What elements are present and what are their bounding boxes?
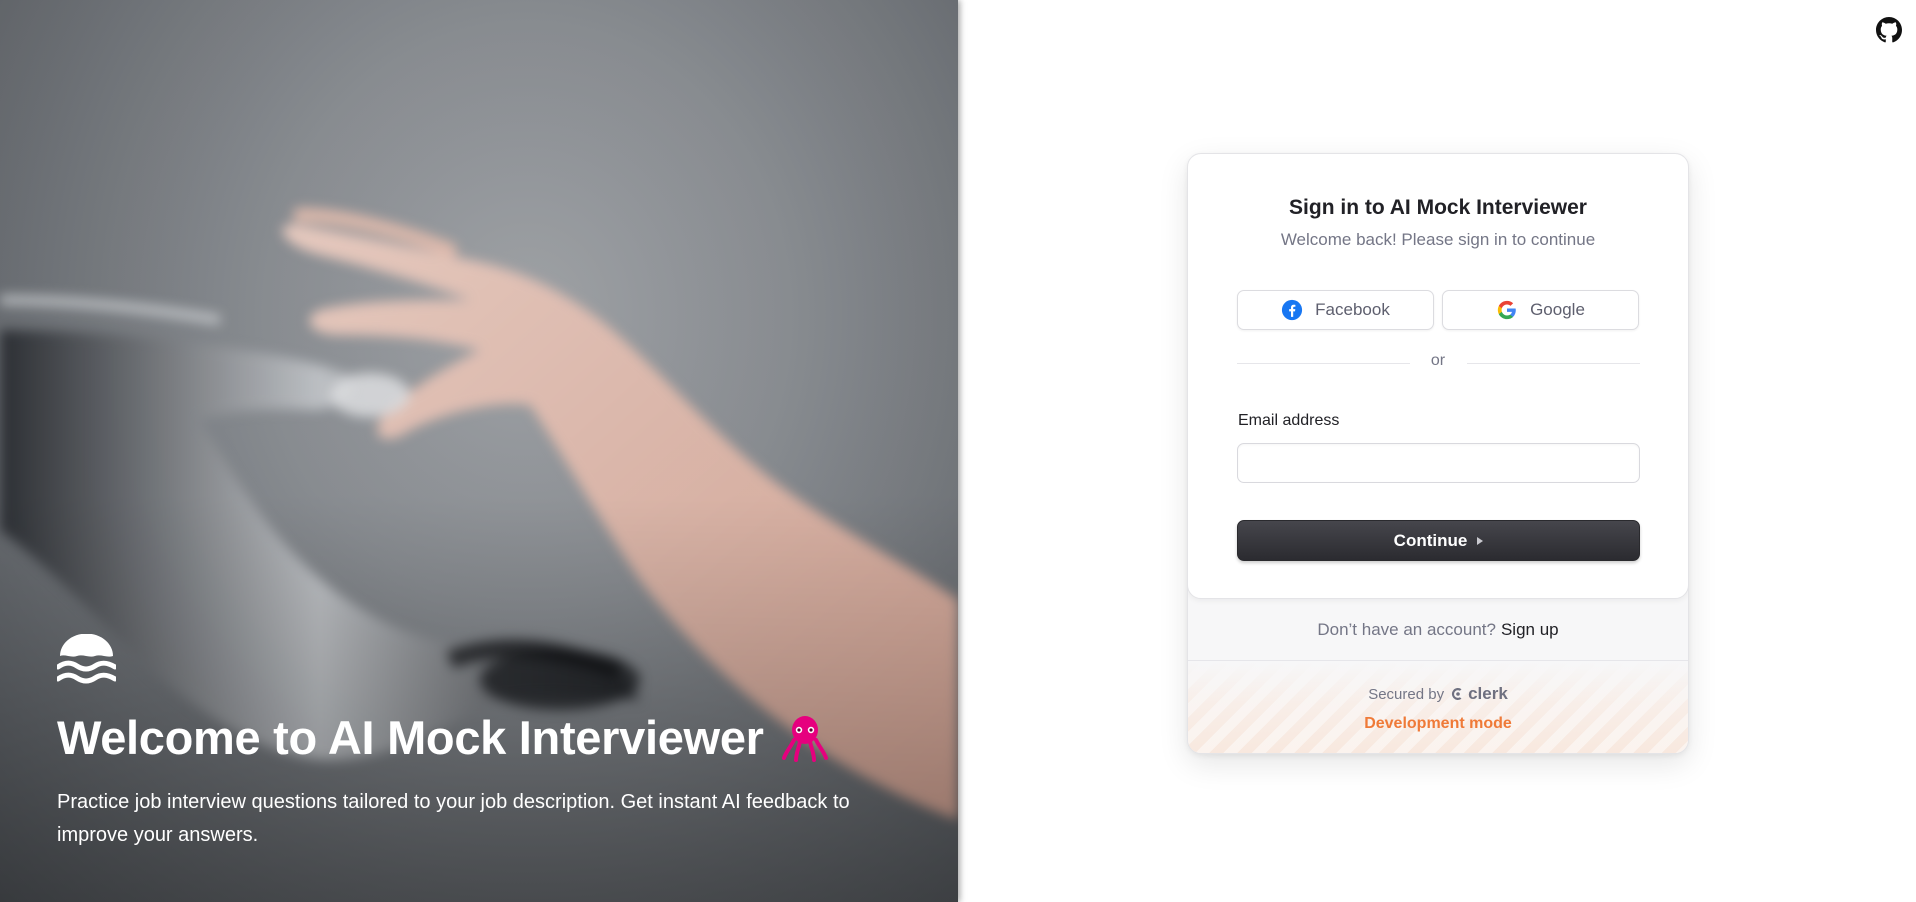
continue-label: Continue: [1393, 530, 1468, 550]
signup-link[interactable]: Sign up: [1501, 620, 1559, 640]
email-label: Email address: [1238, 412, 1340, 429]
secured-by-text: Secured by: [1368, 685, 1445, 703]
signin-card: Sign in to AI Mock Interviewer Welcome b…: [1187, 153, 1689, 754]
secured-by-row: Secured by clerk: [1188, 684, 1688, 704]
hero-overlay: [0, 0, 958, 902]
signin-subtitle: Welcome back! Please sign in to continue: [1280, 230, 1596, 249]
clerk-logo[interactable]: clerk: [1450, 684, 1508, 704]
google-signin-button[interactable]: Google: [1442, 290, 1639, 330]
signin-card-main: Sign in to AI Mock Interviewer Welcome b…: [1188, 154, 1688, 599]
divider-text: or: [1430, 352, 1446, 369]
email-field[interactable]: [1237, 443, 1640, 483]
clerk-icon: [1451, 688, 1462, 700]
divider-right: [1467, 363, 1640, 364]
clerk-brand: clerk: [1468, 684, 1508, 703]
caret-right-icon: [1477, 536, 1484, 545]
facebook-icon: [1282, 299, 1303, 321]
hero-title: Welcome to AI Mock Interviewer: [57, 711, 764, 764]
hero-subtitle: Practice job interview questions tailore…: [57, 791, 850, 846]
facebook-signin-button[interactable]: Facebook: [1237, 290, 1434, 330]
signup-prompt: Don’t have an account? Sign up: [1188, 599, 1688, 661]
octopus-icon: [781, 715, 828, 762]
github-icon[interactable]: [1876, 17, 1902, 43]
facebook-label: Facebook: [1315, 300, 1390, 319]
continue-button[interactable]: Continue: [1237, 520, 1640, 561]
signin-title: Sign in to AI Mock Interviewer: [1289, 196, 1587, 219]
hero-panel: Welcome to AI Mock Interviewer Practice …: [0, 0, 958, 902]
google-label: Google: [1530, 300, 1585, 319]
no-account-text: Don’t have an account?: [1317, 619, 1496, 639]
google-icon: [1497, 300, 1516, 320]
dev-mode-text: Development mode: [1364, 715, 1512, 732]
dev-mode-banner: Secured by clerk Development mode: [1188, 662, 1688, 753]
waves-logo-icon: [57, 634, 116, 684]
hero-title-row: Welcome to AI Mock Interviewer: [57, 710, 828, 765]
